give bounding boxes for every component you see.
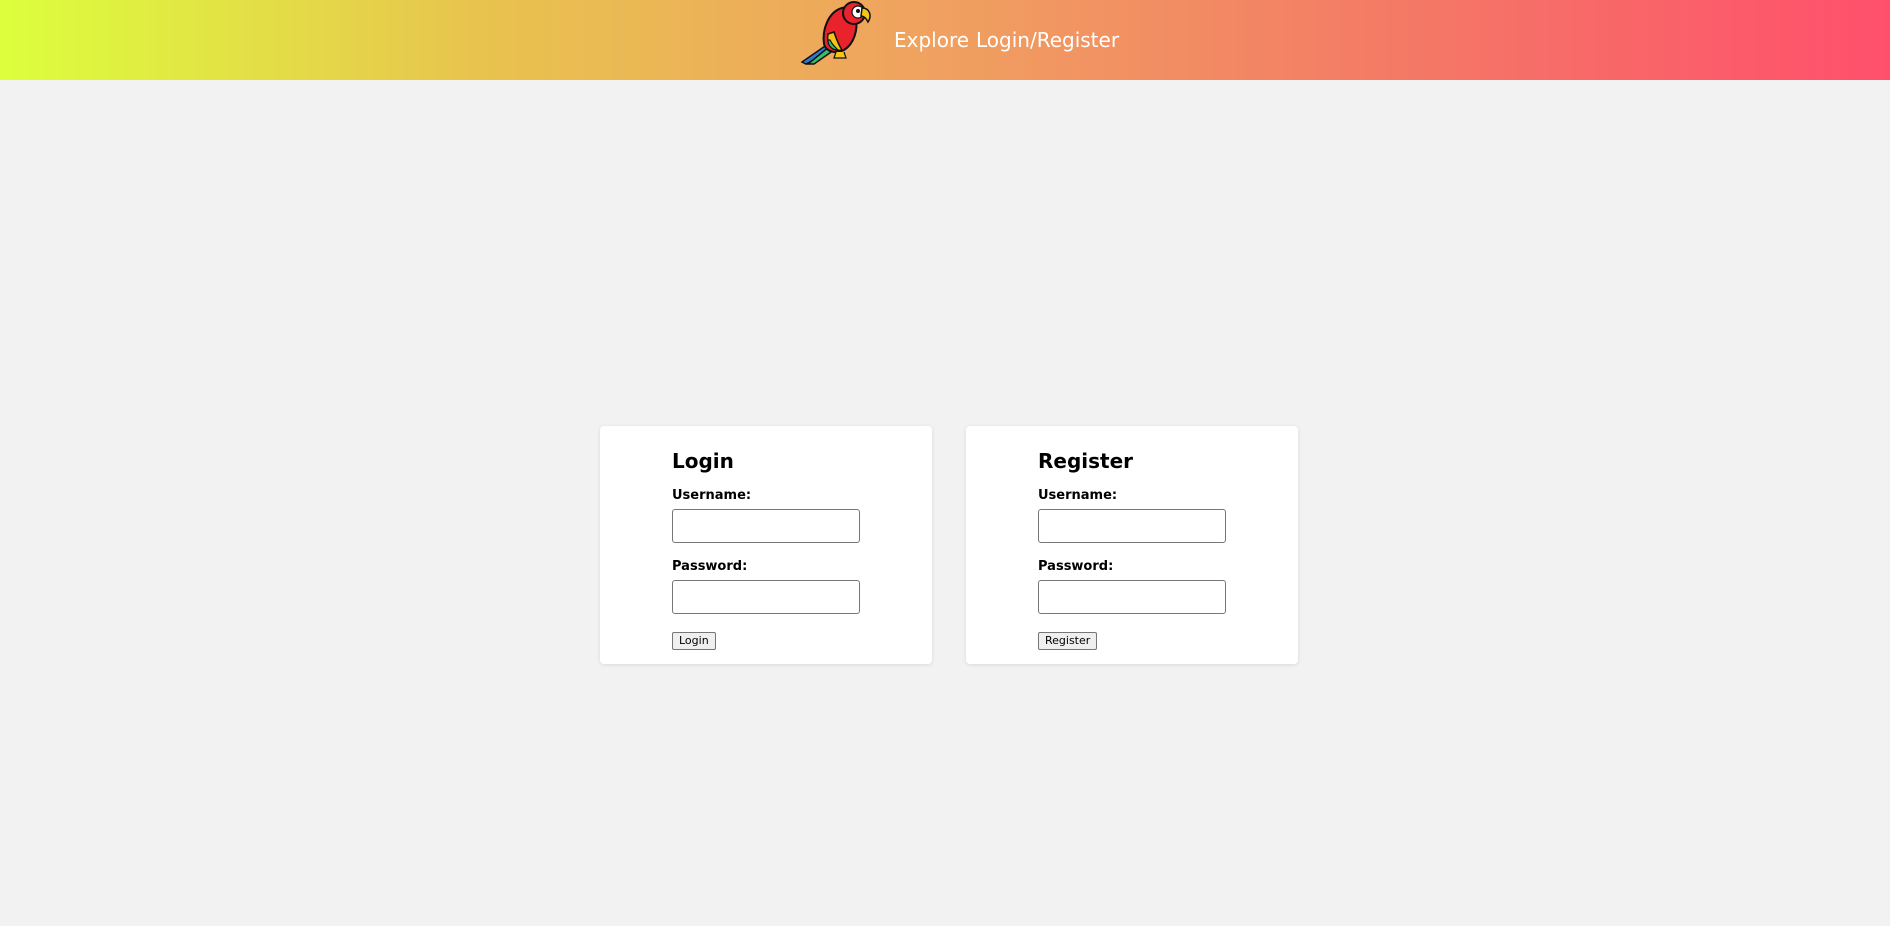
- register-password-input[interactable]: [1038, 580, 1226, 614]
- login-password-input[interactable]: [672, 580, 860, 614]
- login-username-label: Username:: [672, 488, 752, 503]
- register-username-label: Username:: [1038, 488, 1118, 503]
- top-navigation-bar: Explore Login/Register: [0, 0, 1890, 80]
- nav-login-register-link[interactable]: Login/Register: [976, 26, 1119, 54]
- register-title: Register: [1038, 449, 1134, 473]
- register-password-label: Password:: [1038, 559, 1114, 574]
- login-card: Login Username: Password: Login: [600, 426, 932, 664]
- register-card: Register Username: Password: Register: [966, 426, 1298, 664]
- login-password-label: Password:: [672, 559, 748, 574]
- login-title: Login: [672, 449, 734, 473]
- nav-explore-link[interactable]: Explore: [894, 26, 969, 54]
- parrot-icon[interactable]: [798, 0, 874, 66]
- register-button[interactable]: Register: [1038, 632, 1098, 650]
- register-username-input[interactable]: [1038, 509, 1226, 543]
- login-username-input[interactable]: [672, 509, 860, 543]
- login-button[interactable]: Login: [672, 632, 716, 650]
